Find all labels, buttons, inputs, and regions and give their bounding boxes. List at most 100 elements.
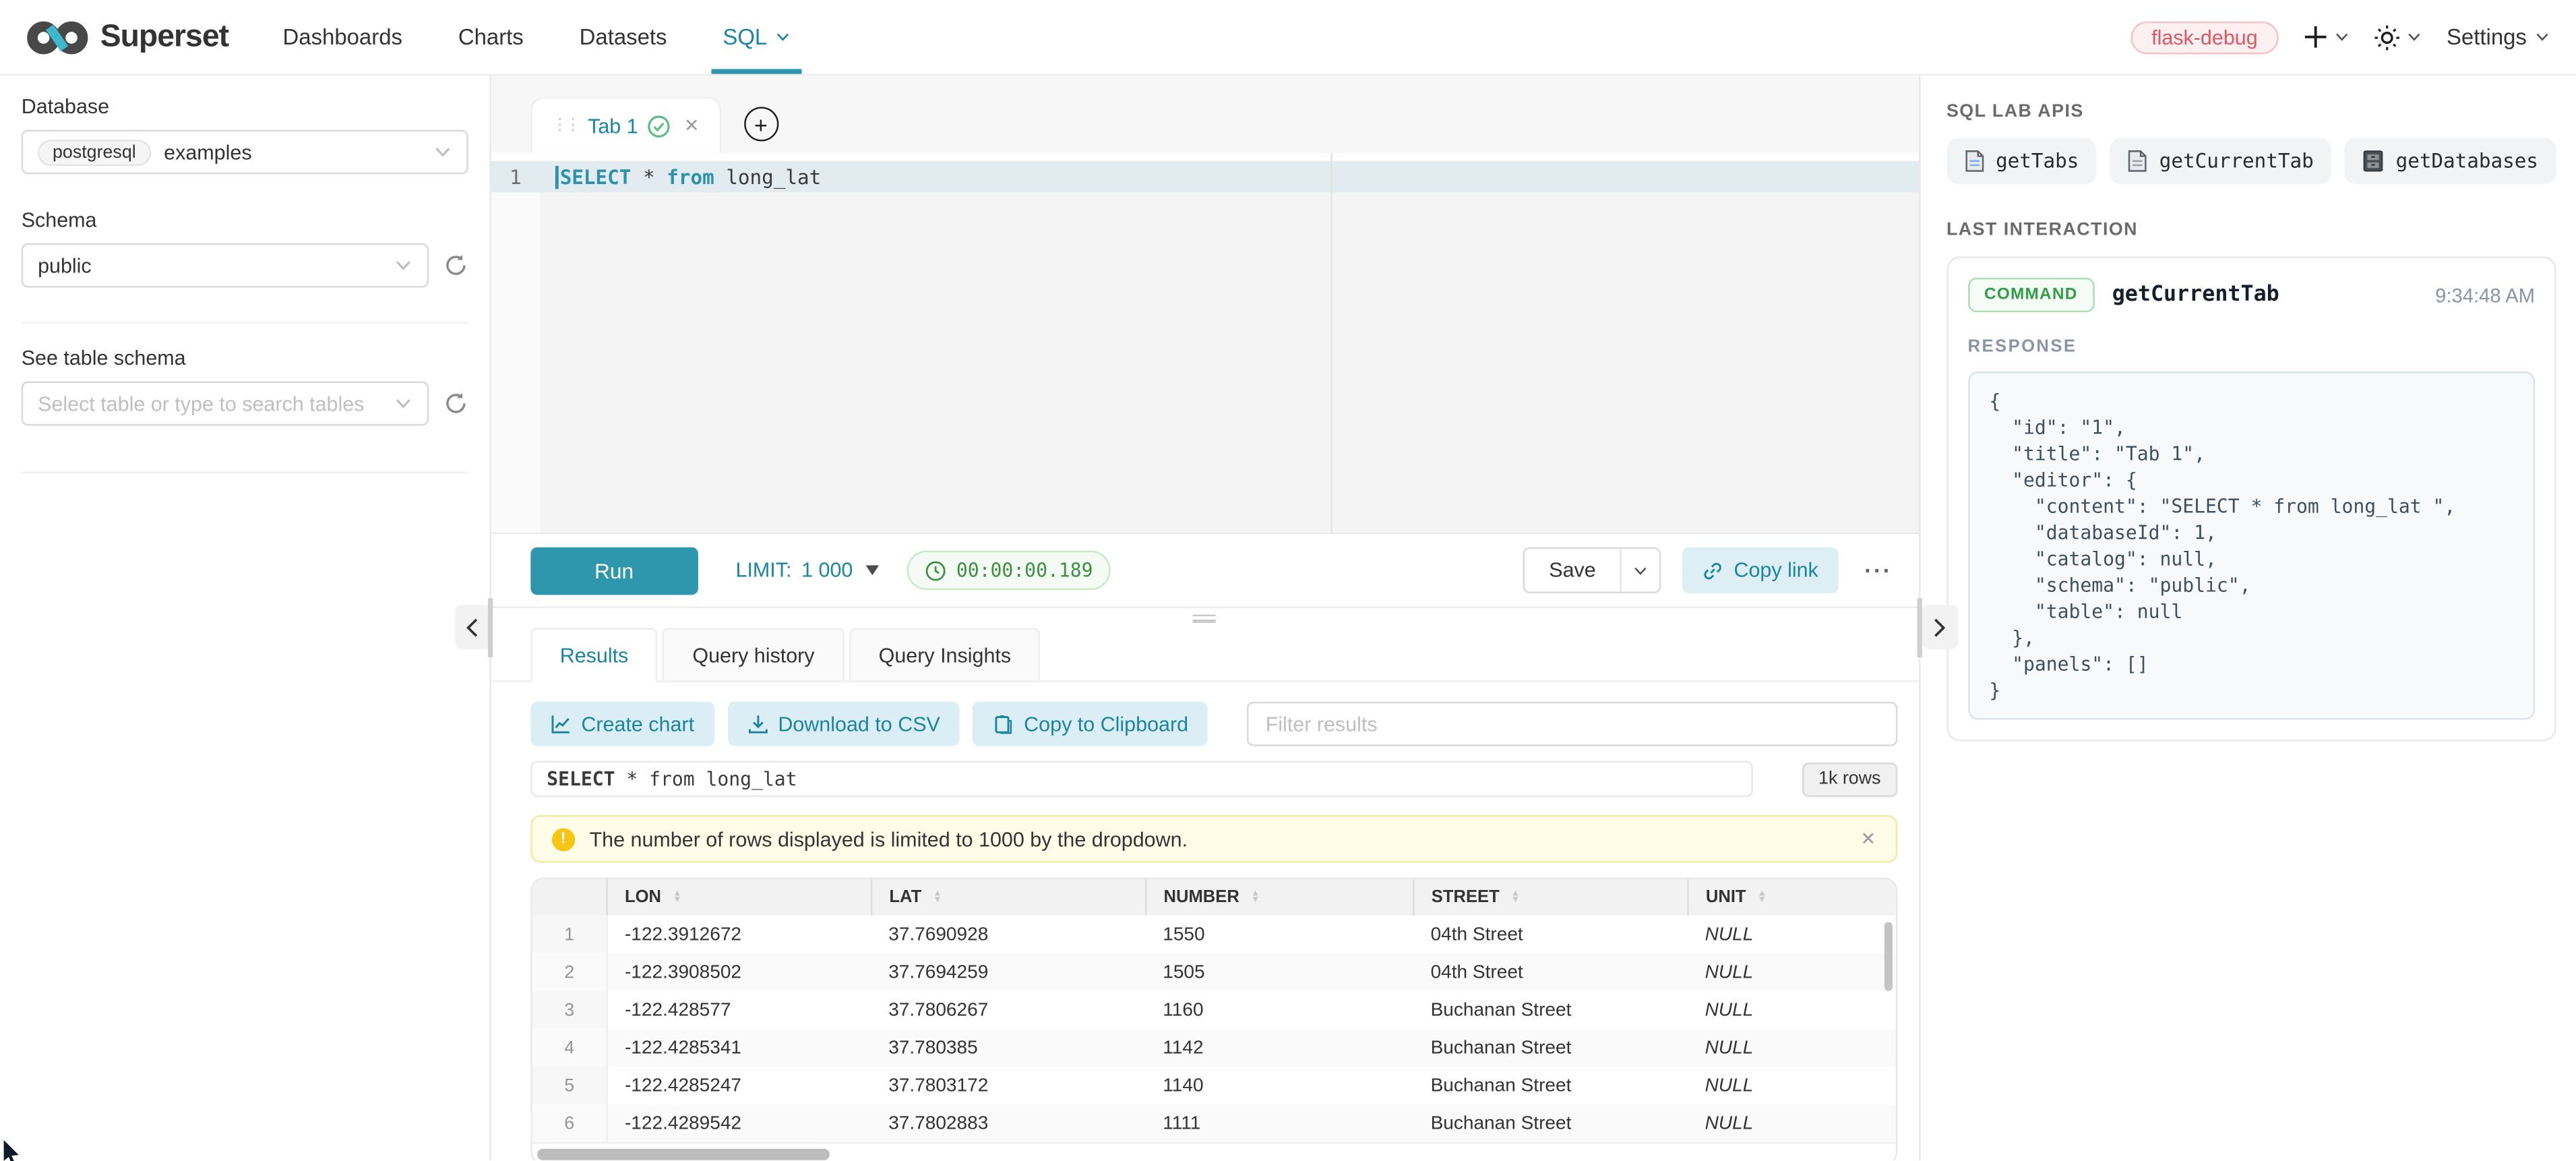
response-json: { "id": "1", "title": "Tab 1", "editor":… — [1989, 388, 2513, 703]
refresh-tables-button[interactable] — [443, 391, 468, 416]
header-row: LON▲▼LAT▲▼NUMBER▲▼STREET▲▼UNIT▲▼ — [532, 879, 1895, 916]
table-cell: -122.4285341 — [607, 1029, 871, 1067]
sql-token: long_lat — [695, 767, 797, 790]
nav-item-dashboards[interactable]: Dashboards — [255, 0, 430, 74]
table-cell: 37.7694259 — [872, 953, 1146, 991]
editor-top-padding — [491, 153, 1918, 161]
column-header-street[interactable]: STREET▲▼ — [1414, 879, 1688, 916]
database-select[interactable]: postgresql examples — [22, 130, 468, 175]
results-panel: Results Query history Query Insights Cre… — [491, 628, 1918, 1160]
panel-resize-handle[interactable] — [491, 608, 1918, 628]
sql-token: * — [615, 767, 649, 790]
table-select[interactable]: Select table or type to search tables — [22, 382, 429, 426]
copy-to-clipboard-button[interactable]: Copy to Clipboard — [973, 702, 1208, 746]
sql-code-editor[interactable]: 1 SELECT * from long_lat — [491, 153, 1918, 533]
row-count-badge: 1k rows — [1802, 762, 1897, 796]
sidebar-resize-handle[interactable] — [487, 598, 492, 657]
close-alert-icon[interactable]: ✕ — [1861, 829, 1876, 850]
save-options-button[interactable] — [1620, 549, 1660, 591]
column-header-label: NUMBER — [1163, 887, 1239, 907]
theme-toggle-button[interactable] — [2374, 24, 2422, 50]
right-panel-resize-handle[interactable] — [1917, 598, 1922, 657]
close-tab-icon[interactable]: ✕ — [684, 115, 699, 137]
save-button[interactable]: Save — [1525, 549, 1621, 591]
warning-icon: ! — [552, 827, 575, 850]
editor-gutter — [491, 192, 540, 533]
sql-token: * — [631, 165, 667, 188]
results-tabs: Results Query history Query Insights — [491, 628, 1918, 682]
api-buttons-row: getTabs getCurrentTab — [1946, 138, 2556, 184]
tab-query-history[interactable]: Query history — [663, 628, 844, 682]
row-number-cell: 2 — [532, 953, 607, 991]
cabinet-icon — [2363, 150, 2385, 173]
create-chart-button[interactable]: Create chart — [530, 702, 714, 746]
column-header-label: LON — [625, 887, 661, 907]
drag-handle-icon[interactable]: ⋮⋮ — [552, 117, 578, 133]
superset-logo[interactable]: Superset — [26, 18, 228, 57]
collapse-api-panel-button[interactable] — [1922, 605, 1958, 649]
table-cell: 04th Street — [1414, 953, 1688, 991]
sort-icon[interactable]: ▲▼ — [1758, 890, 1767, 905]
row-number-cell: 3 — [532, 991, 607, 1029]
vertical-scrollbar-thumb[interactable] — [1884, 922, 1892, 990]
add-tab-button[interactable]: + — [743, 107, 778, 141]
sql-lab-api-panel: SQL LAB APIS getTabs get — [1920, 76, 2576, 1160]
link-icon — [1703, 560, 1724, 581]
filter-results-input[interactable] — [1248, 702, 1897, 746]
table-select-placeholder: Select table or type to search tables — [38, 392, 364, 415]
database-label: Database — [22, 95, 468, 118]
table-select-row: Select table or type to search tables — [22, 382, 468, 426]
schema-select[interactable]: public — [22, 243, 429, 288]
refresh-schemas-button[interactable] — [443, 253, 468, 278]
column-header-unit[interactable]: UNIT▲▼ — [1688, 879, 1895, 916]
table-cell: 1140 — [1146, 1067, 1414, 1104]
api-gettabs-button[interactable]: getTabs — [1946, 138, 2097, 184]
editor-tab-title: Tab 1 — [588, 114, 638, 137]
sql-keyword: SELECT — [547, 767, 615, 790]
column-header-lat[interactable]: LAT▲▼ — [872, 879, 1146, 916]
clipboard-icon — [993, 713, 1014, 735]
chevron-down-icon — [2335, 30, 2350, 44]
results-actions: Create chart Download to CSV — [530, 702, 1897, 746]
new-item-button[interactable] — [2304, 25, 2350, 50]
sort-icon[interactable]: ▲▼ — [1511, 890, 1520, 905]
nav-item-datasets[interactable]: Datasets — [551, 0, 695, 74]
limit-dropdown[interactable]: LIMIT: 1 000 — [736, 559, 880, 582]
horizontal-scrollbar-thumb[interactable] — [537, 1149, 830, 1160]
line-number: 1 — [491, 165, 540, 188]
download-csv-button[interactable]: Download to CSV — [727, 702, 960, 746]
results-body: Create chart Download to CSV — [491, 682, 1918, 1160]
collapse-sidebar-button[interactable] — [455, 605, 491, 649]
sort-icon[interactable]: ▲▼ — [1251, 890, 1260, 905]
navbar-right: flask-debug — [2130, 20, 2550, 53]
run-query-button[interactable]: Run — [530, 546, 698, 594]
copy-link-button[interactable]: Copy link — [1683, 547, 1838, 593]
nav-item-charts[interactable]: Charts — [430, 0, 551, 74]
tab-results[interactable]: Results — [530, 628, 658, 682]
sort-icon[interactable]: ▲▼ — [933, 890, 942, 905]
editor-tab-1[interactable]: ⋮⋮ Tab 1 ✕ — [530, 97, 720, 153]
horizontal-scrollbar-track — [532, 1142, 1895, 1160]
nav-item-label: Datasets — [580, 25, 667, 50]
apis-header: SQL LAB APIS — [1946, 102, 2556, 121]
table-row: 2-122.390850237.7694259150504th StreetNU… — [532, 953, 1895, 991]
tab-query-insights[interactable]: Query Insights — [849, 628, 1041, 682]
settings-menu[interactable]: Settings — [2447, 25, 2550, 50]
api-getdatabases-button[interactable]: getDatabases — [2345, 138, 2556, 184]
sidebar-divider — [22, 472, 468, 473]
chevron-right-icon — [1932, 617, 1947, 636]
database-select-value: examples — [164, 140, 251, 163]
nav-item-sql[interactable]: SQL — [695, 0, 818, 74]
table-row: 5-122.428524737.78031721140Buchanan Stre… — [532, 1067, 1895, 1104]
more-options-button[interactable]: ··· — [1860, 557, 1897, 583]
schema-select-value: public — [38, 254, 92, 277]
column-header-lon[interactable]: LON ▲▼ — [607, 879, 871, 916]
api-getcurrenttab-label: getCurrentTab — [2159, 150, 2314, 173]
column-header-number[interactable]: NUMBER ▲▼ — [1146, 879, 1414, 916]
table-cell: NULL — [1688, 991, 1895, 1029]
query-preview-row: SELECT * from long_lat 1k rows — [530, 761, 1897, 798]
sort-icon[interactable]: ▲▼ — [673, 890, 681, 905]
schema-select-row: public — [22, 243, 468, 288]
api-getcurrenttab-button[interactable]: getCurrentTab — [2110, 138, 2332, 184]
editor-toolbar-right: Save Copy link — [1523, 547, 1897, 593]
